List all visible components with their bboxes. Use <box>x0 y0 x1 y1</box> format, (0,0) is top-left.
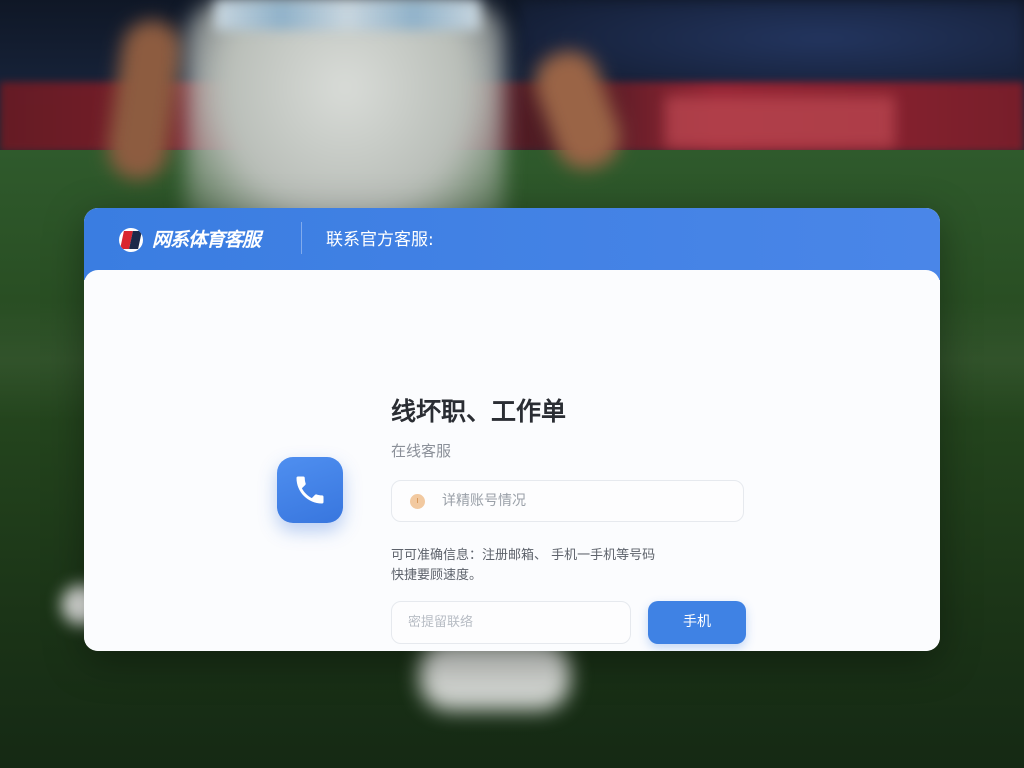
page-subtitle: 在线客服 <box>391 442 452 460</box>
info-description: 可可准确信息：注册邮箱、 手机一手机等号码 快捷要顾速度。 <box>391 546 751 586</box>
contact-input-placeholder: 密提留联络 <box>408 615 474 630</box>
dialog-body: 线坏职、工作单 在线客服 详精账号情况 可可准确信息：注册邮箱、 手机一手机等号… <box>84 270 940 651</box>
header-divider <box>301 222 302 254</box>
phone-icon[interactable] <box>277 457 343 523</box>
brand-logo-icon <box>119 228 143 252</box>
account-details-placeholder: 详精账号情况 <box>442 493 526 509</box>
info-line-2: 快捷要顾速度。 <box>391 568 483 583</box>
account-details-field[interactable]: 详精账号情况 <box>391 480 744 522</box>
contact-input[interactable]: 密提留联络 <box>391 601 631 644</box>
background-ad-board-highlight <box>665 96 895 148</box>
phone-glyph <box>296 476 324 504</box>
page-title: 线坏职、工作单 <box>391 397 567 426</box>
submit-button[interactable]: 手机 <box>648 601 746 644</box>
info-line-1: 可可准确信息：注册邮箱、 手机一手机等号码 <box>391 548 656 563</box>
contact-official-label: 联系官方客服: <box>326 230 434 250</box>
info-dot-icon <box>410 494 425 509</box>
customer-service-dialog: 网系体育客服 联系官方客服: 线坏职、工作单 在线客服 详精账号情况 可可准确信… <box>84 208 940 651</box>
background-player-shirt <box>215 0 480 30</box>
brand-name: 网系体育客服 <box>152 229 261 251</box>
